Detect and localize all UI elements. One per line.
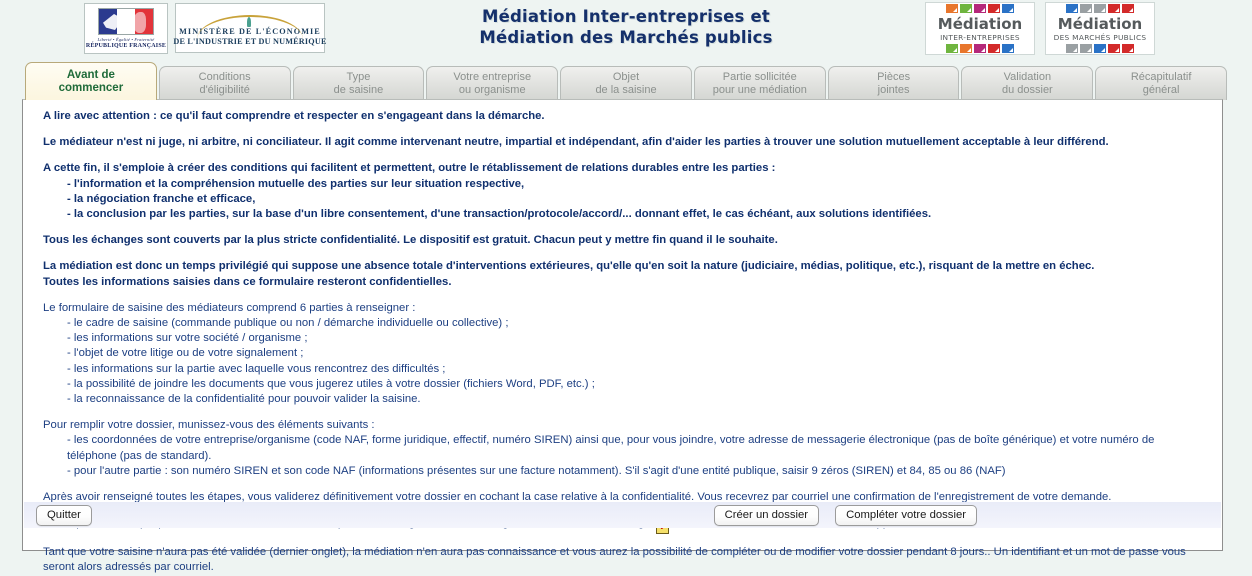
required-elements-item: - les coordonnées de votre entreprise/or…: [67, 434, 1155, 462]
wizard-tab-3[interactable]: Type de saisine: [292, 66, 425, 100]
wizard-tab-label-line-2: de saisine: [333, 83, 384, 96]
mediation-inter-subtitle: INTER-ENTREPRISES: [940, 33, 1020, 42]
form-parts-intro: Le formulaire de saisine des médiateurs …: [43, 301, 416, 314]
wizard-tab-9[interactable]: Récapitulatif général: [1095, 66, 1228, 100]
mediator-definition: Le médiateur n'est ni juge, ni arbitre, …: [43, 136, 1109, 149]
wizard-tab-label-line-1: Objet: [612, 70, 640, 83]
form-parts-item: - la reconnaissance de la confidentialit…: [67, 393, 421, 406]
logo-square-1: [946, 4, 958, 13]
conditions-item: - l'information et la compréhension mutu…: [67, 177, 525, 190]
logo-square-4: [1108, 44, 1120, 53]
mediation-marches-publics-logo: Médiation DES MARCHÉS PUBLICS: [1045, 2, 1155, 55]
logo-square-3: [974, 4, 986, 13]
wizard-tab-label-line-1: Avant de: [66, 68, 115, 81]
wizard-tab-label-line-2: pour une médiation: [712, 83, 807, 96]
logo-square-3: [1094, 4, 1106, 13]
logo-square-5: [1002, 44, 1014, 53]
create-dossier-button[interactable]: Créer un dossier: [713, 504, 820, 526]
wizard-tab-label-line-2: général: [1142, 83, 1180, 96]
quit-button[interactable]: Quitter: [36, 504, 92, 526]
logo-square-2: [960, 4, 972, 13]
logo-square-4: [988, 4, 1000, 13]
logo-square-4: [988, 44, 1000, 53]
logo-square-2: [1080, 44, 1092, 53]
wizard-tab-label-line-2: jointes: [877, 83, 910, 96]
logo-square-5: [1122, 4, 1134, 13]
wizard-tab-1[interactable]: Avant de commencer: [25, 62, 157, 100]
wizard-tab-label-line-1: Pièces: [877, 70, 911, 83]
wizard-tab-label-line-2: commencer: [58, 81, 124, 94]
required-elements-intro: Pour remplir votre dossier, munissez-vou…: [43, 419, 375, 432]
wizard-tab-label-line-2: de la saisine: [595, 83, 657, 96]
logo-square-1: [1066, 44, 1078, 53]
mediation-inter-entreprises-logo: Médiation INTER-ENTREPRISES: [925, 2, 1035, 55]
logo-square-4: [1108, 4, 1120, 13]
complete-dossier-button[interactable]: Compléter votre dossier: [835, 504, 977, 526]
page-header: Liberté • Égalité • Fraternité RÉPUBLIQU…: [0, 0, 1252, 58]
logo-square-2: [960, 44, 972, 53]
mediation-inter-word: Médiation: [937, 15, 1023, 33]
logo-square-2: [1080, 4, 1092, 13]
wizard-tab-8[interactable]: Validation du dossier: [961, 66, 1094, 100]
mediation-public-word: Médiation: [1057, 15, 1143, 33]
mediation-public-subtitle: DES MARCHÉS PUBLICS: [1053, 33, 1147, 42]
wizard-tab-label-line-1: Validation: [1003, 70, 1052, 83]
logo-squares-top: [946, 4, 1014, 13]
draft-validity-note: Tant que votre saisine n'aura pas été va…: [43, 546, 1186, 574]
conditions-intro: A cette fin, il s'emploie à créer des co…: [43, 162, 776, 175]
wizard-tab-label-line-1: Récapitulatif: [1130, 70, 1192, 83]
logo-square-5: [1122, 44, 1134, 53]
mediation-privacy-line-1: La médiation est donc un temps privilégi…: [43, 260, 1095, 273]
confidentiality-statement: Tous les échanges sont couverts par la p…: [43, 234, 778, 247]
logo-square-3: [974, 44, 986, 53]
wizard-tab-label-line-2: du dossier: [1001, 83, 1053, 96]
wizard-tab-6[interactable]: Partie sollicitée pour une médiation: [693, 66, 826, 100]
required-elements-item: - pour l'autre partie : son numéro SIREN…: [67, 464, 1006, 477]
wizard-tab-label-line-1: Partie sollicitée: [722, 70, 797, 83]
wizard-tab-label-line-1: Type: [346, 70, 371, 83]
form-parts-item: - le cadre de saisine (commande publique…: [67, 317, 509, 330]
conditions-item: - la négociation franche et efficace,: [67, 192, 256, 205]
wizard-tab-label-line-1: Conditions: [198, 70, 251, 83]
wizard-tab-label-line-2: ou organisme: [458, 83, 526, 96]
logo-square-5: [1002, 4, 1014, 13]
form-parts-item: - l'objet de votre litige ou de votre si…: [67, 347, 304, 360]
mediation-privacy-line-2: Toutes les informations saisies dans ce …: [43, 275, 452, 288]
wizard-tab-5[interactable]: Objet de la saisine: [560, 66, 692, 100]
logo-squares-bottom: [1066, 44, 1134, 53]
logo-square-1: [946, 44, 958, 53]
content-panel: A lire avec attention : ce qu'il faut co…: [22, 99, 1223, 573]
conditions-item: - la conclusion par les parties, sur la …: [67, 208, 932, 221]
form-parts-item: - les informations sur votre société / o…: [67, 332, 308, 345]
wizard-tab-label-line-2: d'éligibilité: [199, 83, 250, 96]
wizard-tab-bar: Avant de commencer Conditions d'éligibilité…: [25, 62, 1228, 100]
form-parts-item: - les informations sur la partie avec la…: [67, 362, 446, 375]
logo-squares-top: [1066, 4, 1134, 13]
action-button-bar: Quitter Créer un dossier Compléter votre…: [24, 502, 1221, 528]
wizard-tab-4[interactable]: Votre entreprise ou organisme: [426, 66, 559, 100]
intro-warning: A lire avec attention : ce qu'il faut co…: [43, 110, 545, 122]
form-parts-item: - la possibilité de joindre les document…: [67, 377, 595, 390]
logo-squares-bottom: [946, 44, 1014, 53]
logo-square-1: [1066, 4, 1078, 13]
logo-square-3: [1094, 44, 1106, 53]
wizard-tab-7[interactable]: Pièces jointes: [827, 66, 960, 100]
wizard-tab-2[interactable]: Conditions d'éligibilité: [158, 66, 291, 100]
wizard-tab-label-line-1: Votre entreprise: [453, 70, 532, 83]
